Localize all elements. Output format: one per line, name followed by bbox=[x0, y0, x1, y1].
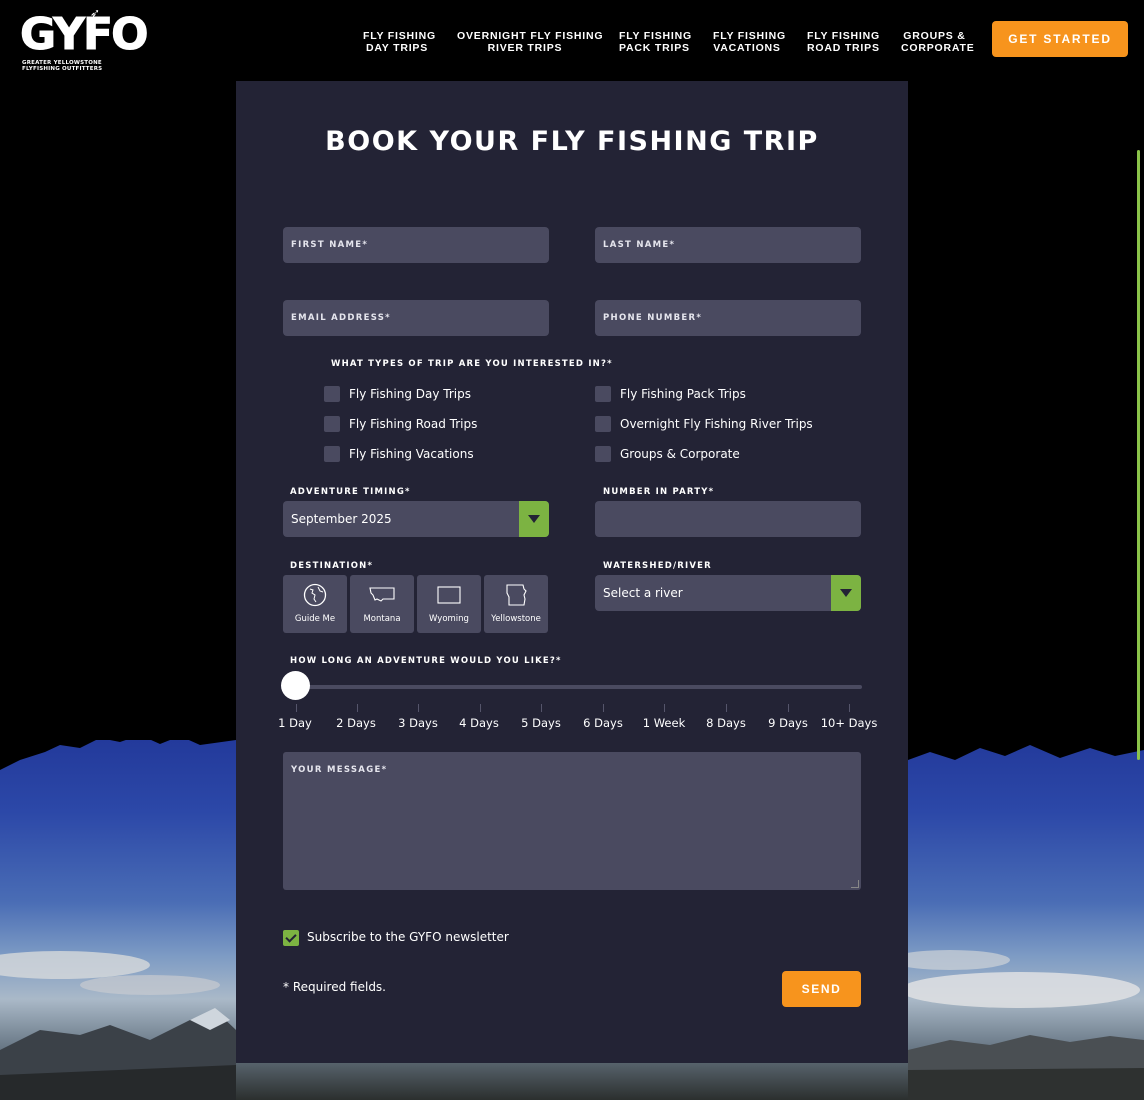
gyfo-logo[interactable]: GYFO ➶ GREATER YELLOWSTONE FLYFISHING OU… bbox=[19, 6, 148, 72]
party-label: NUMBER IN PARTY* bbox=[603, 487, 715, 497]
globe-icon bbox=[303, 583, 327, 607]
duration-option-label[interactable]: 5 Days bbox=[521, 716, 561, 730]
watershed-value: Select a river bbox=[603, 586, 683, 600]
checkbox-pack-trips[interactable] bbox=[595, 386, 611, 402]
checkbox-vacations[interactable] bbox=[324, 446, 340, 462]
duration-option-label[interactable]: 8 Days bbox=[706, 716, 746, 730]
slider-tick bbox=[357, 704, 358, 712]
newsletter-checkbox[interactable] bbox=[283, 930, 299, 946]
last-name-placeholder: LAST NAME* bbox=[603, 240, 676, 250]
email-input[interactable]: EMAIL ADDRESS* bbox=[283, 300, 549, 336]
duration-slider-thumb[interactable] bbox=[281, 671, 310, 700]
checkbox-day-trips[interactable] bbox=[324, 386, 340, 402]
timing-label: ADVENTURE TIMING* bbox=[290, 487, 411, 497]
watershed-select[interactable]: Select a river bbox=[595, 575, 861, 611]
scrollbar-thumb[interactable] bbox=[1137, 150, 1140, 760]
checkbox-label-vacations: Fly Fishing Vacations bbox=[349, 447, 474, 461]
slider-tick bbox=[788, 704, 789, 712]
wyoming-outline-icon bbox=[437, 586, 461, 604]
duration-option-label[interactable]: 1 Week bbox=[643, 716, 685, 730]
logo-wordmark: GYFO bbox=[19, 9, 148, 60]
destination-label-wyoming: Wyoming bbox=[429, 614, 469, 624]
logo-subtitle: GREATER YELLOWSTONE FLYFISHING OUTFITTER… bbox=[22, 60, 103, 72]
phone-input[interactable]: PHONE NUMBER* bbox=[595, 300, 861, 336]
yellowstone-outline-icon bbox=[506, 584, 527, 606]
slider-tick bbox=[664, 704, 665, 712]
nav-road-trips[interactable]: FLY FISHING ROAD TRIPS bbox=[807, 30, 879, 54]
bird-icon: ➶ bbox=[90, 6, 101, 20]
checkbox-label-overnight-river-trips: Overnight Fly Fishing River Trips bbox=[620, 417, 813, 431]
watershed-label: WATERSHED/RIVER bbox=[603, 561, 712, 571]
party-size-input[interactable] bbox=[595, 501, 861, 537]
slider-tick bbox=[296, 704, 297, 712]
duration-option-label[interactable]: 2 Days bbox=[336, 716, 376, 730]
required-fields-note: * Required fields. bbox=[283, 980, 386, 994]
first-name-input[interactable]: FIRST NAME* bbox=[283, 227, 549, 263]
checkbox-overnight-river-trips[interactable] bbox=[595, 416, 611, 432]
duration-label: HOW LONG AN ADVENTURE WOULD YOU LIKE?* bbox=[290, 656, 562, 666]
destination-label: DESTINATION* bbox=[290, 561, 374, 571]
email-placeholder: EMAIL ADDRESS* bbox=[291, 313, 391, 323]
slider-tick bbox=[541, 704, 542, 712]
chevron-down-icon bbox=[519, 501, 549, 537]
duration-slider-track[interactable] bbox=[296, 685, 862, 689]
duration-option-label[interactable]: 4 Days bbox=[459, 716, 499, 730]
slider-tick bbox=[849, 704, 850, 712]
slider-tick bbox=[603, 704, 604, 712]
checkbox-groups-corporate[interactable] bbox=[595, 446, 611, 462]
resize-handle-icon[interactable] bbox=[851, 880, 859, 888]
nav-groups-corporate[interactable]: GROUPS & CORPORATE bbox=[901, 30, 974, 54]
message-textarea[interactable]: YOUR MESSAGE* bbox=[283, 752, 861, 890]
slider-tick bbox=[726, 704, 727, 712]
timing-select[interactable]: September 2025 bbox=[283, 501, 549, 537]
checkbox-label-day-trips: Fly Fishing Day Trips bbox=[349, 387, 471, 401]
destination-label-montana: Montana bbox=[363, 614, 401, 624]
timing-value: September 2025 bbox=[291, 512, 392, 526]
duration-option-label[interactable]: 9 Days bbox=[768, 716, 808, 730]
nav-vacations[interactable]: FLY FISHING VACATIONS bbox=[713, 30, 785, 54]
slider-tick bbox=[418, 704, 419, 712]
duration-option-label[interactable]: 6 Days bbox=[583, 716, 623, 730]
destination-label-guide-me: Guide Me bbox=[294, 614, 336, 624]
page-title: BOOK YOUR FLY FISHING TRIP bbox=[325, 126, 819, 157]
checkbox-label-road-trips: Fly Fishing Road Trips bbox=[349, 417, 478, 431]
get-started-button[interactable]: GET STARTED bbox=[992, 21, 1128, 57]
destination-yellowstone[interactable]: Yellowstone bbox=[484, 575, 548, 633]
slider-tick bbox=[480, 704, 481, 712]
chevron-down-icon bbox=[831, 575, 861, 611]
nav-day-trips[interactable]: FLY FISHING DAY TRIPS bbox=[363, 30, 435, 54]
last-name-input[interactable]: LAST NAME* bbox=[595, 227, 861, 263]
destination-wyoming[interactable]: Wyoming bbox=[417, 575, 481, 633]
nav-pack-trips[interactable]: FLY FISHING PACK TRIPS bbox=[619, 30, 691, 54]
destination-label-yellowstone: Yellowstone bbox=[491, 614, 541, 624]
trip-types-label: WHAT TYPES OF TRIP ARE YOU INTERESTED IN… bbox=[331, 359, 613, 369]
duration-option-label[interactable]: 3 Days bbox=[398, 716, 438, 730]
phone-placeholder: PHONE NUMBER* bbox=[603, 313, 703, 323]
first-name-placeholder: FIRST NAME* bbox=[291, 240, 369, 250]
checkbox-road-trips[interactable] bbox=[324, 416, 340, 432]
site-header: GYFO ➶ GREATER YELLOWSTONE FLYFISHING OU… bbox=[0, 0, 1144, 80]
duration-option-label[interactable]: 10+ Days bbox=[821, 716, 878, 730]
montana-outline-icon bbox=[369, 587, 395, 602]
checkbox-label-groups-corporate: Groups & Corporate bbox=[620, 447, 740, 461]
checkbox-label-pack-trips: Fly Fishing Pack Trips bbox=[620, 387, 746, 401]
destination-montana[interactable]: Montana bbox=[350, 575, 414, 633]
message-placeholder: YOUR MESSAGE* bbox=[291, 765, 388, 775]
destination-guide-me[interactable]: Guide Me bbox=[283, 575, 347, 633]
nav-overnight-river-trips[interactable]: OVERNIGHT FLY FISHING RIVER TRIPS bbox=[457, 30, 603, 54]
duration-option-label[interactable]: 1 Day bbox=[278, 716, 312, 730]
newsletter-label: Subscribe to the GYFO newsletter bbox=[307, 930, 509, 944]
send-button[interactable]: SEND bbox=[782, 971, 861, 1007]
